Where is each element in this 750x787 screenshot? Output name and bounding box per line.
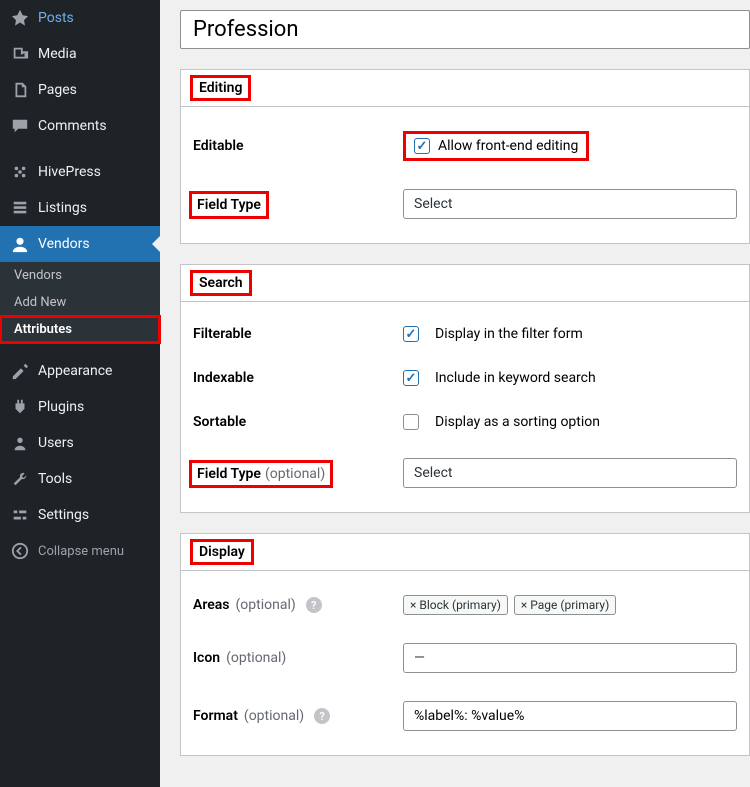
sidebar-item-label: HivePress — [38, 164, 101, 180]
sidebar-item-label: Plugins — [38, 399, 84, 415]
sidebar-item-users[interactable]: Users — [0, 425, 160, 461]
sortable-label: Sortable — [193, 414, 403, 430]
submenu-add-new[interactable]: Add New — [0, 289, 160, 316]
display-panel-header[interactable]: Display — [181, 534, 749, 571]
sidebar-item-pages[interactable]: Pages — [0, 72, 160, 108]
vendors-icon — [10, 234, 30, 254]
editing-panel-header[interactable]: Editing — [181, 70, 749, 107]
sidebar-item-appearance[interactable]: Appearance — [0, 353, 160, 389]
editable-row: Editable Allow front-end editing — [181, 117, 749, 175]
editable-check-label: Allow front-end editing — [438, 138, 578, 154]
media-icon — [10, 44, 30, 64]
editable-highlight: Allow front-end editing — [403, 131, 589, 161]
format-row: Format (optional) ? — [181, 687, 749, 745]
panel-title: Search — [193, 273, 249, 293]
pages-icon — [10, 80, 30, 100]
format-label: Format — [193, 708, 238, 724]
display-panel: Display Areas (optional) ? × Block (prim… — [180, 533, 750, 756]
sidebar-item-hivepress[interactable]: HivePress — [0, 154, 160, 190]
panel-title: Editing — [193, 78, 248, 98]
settings-icon — [10, 505, 30, 525]
editing-fieldtype-select[interactable]: Select — [403, 189, 737, 219]
areas-optional: (optional) — [236, 597, 296, 613]
sidebar-item-plugins[interactable]: Plugins — [0, 389, 160, 425]
editing-panel: Editing Editable Allow front-end editing… — [180, 69, 750, 244]
indexable-label: Indexable — [193, 370, 403, 386]
sidebar-item-label: Media — [38, 46, 77, 62]
comments-icon — [10, 116, 30, 136]
sidebar-item-label: Pages — [38, 82, 77, 98]
hivepress-icon — [10, 162, 30, 182]
area-tag-page[interactable]: × Page (primary) — [514, 595, 616, 615]
sidebar-item-label: Vendors — [38, 236, 90, 252]
editing-fieldtype-label: Field Type — [193, 195, 265, 215]
area-tag-block[interactable]: × Block (primary) — [403, 595, 508, 615]
format-optional: (optional) — [244, 708, 304, 724]
sidebar-item-posts[interactable]: Posts — [0, 0, 160, 36]
icon-row: Icon (optional) — — [181, 629, 749, 687]
icon-label-wrap: Icon (optional) — [193, 650, 403, 666]
sidebar-item-label: Listings — [38, 200, 87, 216]
help-icon[interactable]: ? — [306, 597, 322, 613]
icon-optional: (optional) — [226, 650, 286, 666]
attribute-title-input[interactable] — [180, 10, 750, 49]
tools-icon — [10, 469, 30, 489]
areas-label: Areas — [193, 597, 230, 613]
search-fieldtype-row: Field Type (optional) Select — [181, 444, 749, 502]
areas-tags[interactable]: × Block (primary) × Page (primary) — [403, 595, 616, 615]
sidebar-item-label: Appearance — [38, 363, 112, 379]
sortable-check-label: Display as a sorting option — [435, 414, 600, 430]
sidebar-item-label: Comments — [38, 118, 107, 134]
sidebar-item-label: Settings — [38, 507, 89, 523]
filterable-row: Filterable Display in the filter form — [181, 312, 749, 356]
users-icon — [10, 433, 30, 453]
help-icon[interactable]: ? — [314, 708, 330, 724]
editable-checkbox[interactable] — [414, 138, 430, 154]
search-fieldtype-optional: (optional) — [265, 466, 325, 482]
submenu-vendors[interactable]: Vendors — [0, 262, 160, 289]
collapse-icon — [10, 541, 30, 561]
main-content: Editing Editable Allow front-end editing… — [160, 0, 750, 787]
admin-sidebar: Posts Media Pages Comments HivePress Lis… — [0, 0, 160, 787]
search-panel-header[interactable]: Search — [181, 265, 749, 302]
sidebar-item-tools[interactable]: Tools — [0, 461, 160, 497]
sortable-row: Sortable Display as a sorting option — [181, 400, 749, 444]
indexable-check-label: Include in keyword search — [435, 370, 596, 386]
sidebar-item-label: Tools — [38, 471, 72, 487]
collapse-menu[interactable]: Collapse menu — [0, 533, 160, 569]
areas-label-wrap: Areas (optional) ? — [193, 597, 403, 613]
panel-title: Display — [193, 542, 251, 562]
search-fieldtype-label-wrap: Field Type (optional) — [193, 464, 329, 484]
sidebar-item-media[interactable]: Media — [0, 36, 160, 72]
sidebar-item-label: Users — [38, 435, 74, 451]
format-label-wrap: Format (optional) ? — [193, 708, 403, 724]
icon-select[interactable]: — — [403, 643, 737, 673]
sidebar-item-label: Posts — [38, 10, 74, 26]
submenu-attributes[interactable]: Attributes — [0, 316, 160, 343]
pin-icon — [10, 8, 30, 28]
appearance-icon — [10, 361, 30, 381]
sidebar-item-settings[interactable]: Settings — [0, 497, 160, 533]
icon-label: Icon — [193, 650, 220, 666]
collapse-label: Collapse menu — [38, 544, 124, 559]
editable-label: Editable — [193, 138, 403, 154]
search-fieldtype-label: Field Type — [197, 466, 261, 482]
areas-row: Areas (optional) ? × Block (primary) × P… — [181, 581, 749, 629]
vendors-submenu: Vendors Add New Attributes — [0, 262, 160, 343]
listings-icon — [10, 198, 30, 218]
search-fieldtype-select[interactable]: Select — [403, 458, 737, 488]
filterable-checkbox[interactable] — [403, 326, 419, 342]
sortable-checkbox[interactable] — [403, 414, 419, 430]
indexable-checkbox[interactable] — [403, 370, 419, 386]
format-input[interactable] — [403, 701, 737, 731]
filterable-check-label: Display in the filter form — [435, 326, 583, 342]
indexable-row: Indexable Include in keyword search — [181, 356, 749, 400]
search-panel: Search Filterable Display in the filter … — [180, 264, 750, 513]
editing-fieldtype-row: Field Type Select — [181, 175, 749, 233]
sidebar-item-comments[interactable]: Comments — [0, 108, 160, 144]
sidebar-item-vendors[interactable]: Vendors — [0, 226, 160, 262]
plugins-icon — [10, 397, 30, 417]
filterable-label: Filterable — [193, 326, 403, 342]
sidebar-item-listings[interactable]: Listings — [0, 190, 160, 226]
